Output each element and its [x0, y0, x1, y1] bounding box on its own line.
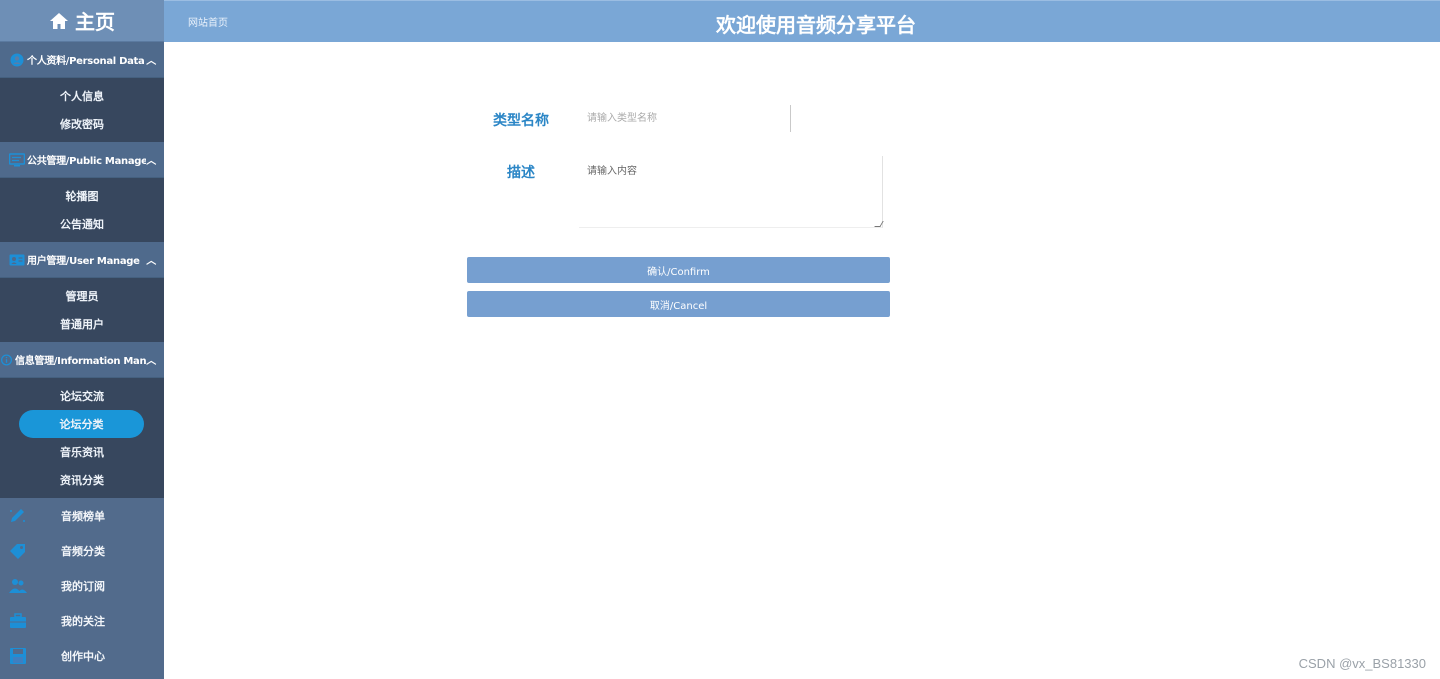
sidebar-item-change-password[interactable]: 修改密码 [0, 110, 164, 138]
sidebar-item-my-subscriptions[interactable]: 我的订阅 [0, 568, 164, 603]
save-icon [10, 647, 26, 664]
sidebar-item-audio-charts[interactable]: 音频榜单 [0, 498, 164, 533]
sidebar: 主页 个人资料/Personal Data ︿ 个人信息 修改密码 公共管理/P… [0, 0, 164, 679]
chevron-up-icon: ︿ [146, 356, 156, 367]
briefcase-icon [10, 612, 26, 628]
sidebar-item-forum[interactable]: 论坛交流 [0, 382, 164, 410]
users-icon [9, 578, 27, 593]
id-card-icon [9, 254, 25, 265]
sidebar-group-public-manage[interactable]: 公共管理/Public Manage ︿ [0, 142, 164, 178]
sidebar-submenu: 轮播图 公告通知 [0, 178, 164, 242]
sidebar-item-announcements[interactable]: 公告通知 [0, 210, 164, 238]
sidebar-group-personal-data[interactable]: 个人资料/Personal Data ︿ [0, 42, 164, 78]
cancel-button[interactable]: 取消/Cancel [467, 291, 890, 317]
tag-icon [10, 543, 25, 559]
sidebar-item-carousel[interactable]: 轮播图 [0, 182, 164, 210]
watermark-text: CSDN @vx_BS81330 [1298, 656, 1426, 671]
user-circle-icon [10, 53, 24, 66]
top-header: 网站首页 欢迎使用音频分享平台 [164, 0, 1440, 42]
chevron-up-icon: ︿ [146, 156, 156, 167]
sidebar-item-label: 音频分类 [61, 544, 105, 558]
description-textarea[interactable] [579, 156, 883, 228]
sidebar-item-music-news[interactable]: 音乐资讯 [0, 438, 164, 466]
home-icon [50, 12, 68, 29]
sidebar-item-label: 音频榜单 [61, 509, 105, 523]
form-row-name: 类型名称 [467, 110, 575, 130]
sidebar-item-audio-category[interactable]: 音频分类 [0, 533, 164, 568]
sidebar-group-user-manage[interactable]: 用户管理/User Manage ︿ [0, 242, 164, 278]
sidebar-item-my-follows[interactable]: 我的关注 [0, 603, 164, 638]
sidebar-item-admins[interactable]: 管理员 [0, 282, 164, 310]
sidebar-item-news-category[interactable]: 资讯分类 [0, 466, 164, 494]
sidebar-group-label: 用户管理/User Manage [27, 256, 140, 267]
brand-home-link[interactable]: 主页 [0, 0, 164, 42]
chevron-up-icon: ︿ [146, 56, 156, 67]
info-icon [0, 353, 13, 366]
sidebar-item-forum-category[interactable]: 论坛分类 [19, 410, 144, 438]
form-row-desc: 描述 [467, 162, 575, 182]
chevron-up-icon: ︿ [146, 256, 156, 267]
sidebar-item-users[interactable]: 普通用户 [0, 310, 164, 338]
sidebar-item-personal-info[interactable]: 个人信息 [0, 82, 164, 110]
sidebar-group-label: 个人资料/Personal Data [27, 56, 145, 67]
pencil-icon [10, 508, 25, 522]
description-label: 描述 [507, 165, 535, 181]
sidebar-submenu: 管理员 普通用户 [0, 278, 164, 342]
type-name-input[interactable] [577, 105, 791, 132]
sidebar-item-label: 我的关注 [61, 614, 105, 628]
sidebar-group-information-manage[interactable]: 信息管理/Information Manage ︿ [0, 342, 164, 378]
sidebar-submenu: 个人信息 修改密码 [0, 78, 164, 142]
sidebar-item-label: 创作中心 [61, 649, 105, 663]
page-title: 欢迎使用音频分享平台 [716, 13, 916, 37]
monitor-icon [9, 152, 25, 166]
type-name-label: 类型名称 [493, 113, 549, 129]
sidebar-item-label: 我的订阅 [61, 579, 105, 593]
confirm-button[interactable]: 确认/Confirm [467, 257, 890, 283]
sidebar-submenu: 论坛交流 论坛分类 音乐资讯 资讯分类 [0, 378, 164, 498]
brand-title: 主页 [75, 10, 115, 34]
sidebar-group-label: 公共管理/Public Manage [27, 156, 146, 167]
sidebar-group-label: 信息管理/Information Manage [15, 356, 146, 367]
sidebar-item-creator-center[interactable]: 创作中心 [0, 638, 164, 673]
